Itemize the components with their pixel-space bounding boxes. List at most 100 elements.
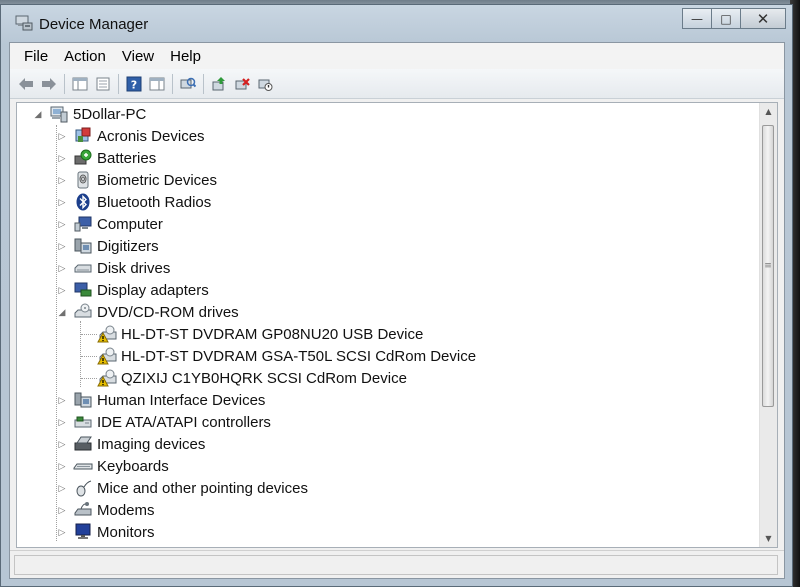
- update-driver-button[interactable]: [209, 74, 229, 94]
- menu-bar: File Action View Help: [10, 43, 784, 69]
- tree-node-bluetooth-radios[interactable]: ▷ Bluetooth Radios: [57, 191, 211, 213]
- monitor-icon: [73, 523, 93, 541]
- tree-node-disk-drives[interactable]: ▷ Disk drives: [57, 257, 171, 279]
- scan-hardware-button[interactable]: [178, 74, 198, 94]
- mouse-icon: [73, 479, 93, 497]
- tree-node-batteries[interactable]: ▷ Batteries: [57, 147, 156, 169]
- tree-node-device[interactable]: HL-DT-ST DVDRAM GP08NU20 USB Device: [97, 323, 423, 345]
- fingerprint-icon: [73, 171, 93, 189]
- tree-connector: [81, 378, 97, 379]
- expand-arrow-icon[interactable]: ▷: [57, 131, 67, 141]
- forward-button[interactable]: [39, 74, 59, 94]
- tree-node-dvd-cd-rom-drives[interactable]: ◢ DVD/CD-ROM drives: [57, 301, 239, 323]
- tree-node-computer[interactable]: ▷ Computer: [57, 213, 163, 235]
- uninstall-icon: [235, 77, 250, 89]
- expand-arrow-icon[interactable]: ▷: [57, 483, 67, 493]
- category-label: IDE ATA/ATAPI controllers: [97, 413, 271, 431]
- tree-node-device[interactable]: QZIXIJ C1YB0HQRK SCSI CdRom Device: [97, 367, 407, 389]
- help-button[interactable]: ?: [124, 74, 144, 94]
- disable-device-button[interactable]: [255, 74, 275, 94]
- show-hide-console-tree-button[interactable]: [70, 74, 90, 94]
- expand-arrow-icon[interactable]: ▷: [57, 197, 67, 207]
- bluetooth-icon: [73, 193, 93, 211]
- properties-button[interactable]: [93, 74, 113, 94]
- status-pane: [14, 555, 778, 575]
- uninstall-button[interactable]: [232, 74, 252, 94]
- expand-arrow-icon[interactable]: ▷: [57, 505, 67, 515]
- back-button[interactable]: [16, 74, 36, 94]
- expand-arrow-icon[interactable]: ▷: [57, 153, 67, 163]
- category-label: Digitizers: [97, 237, 159, 255]
- tree-node-mice-and-other-pointing-devices[interactable]: ▷ Mice and other pointing devices: [57, 477, 308, 499]
- display-adapter-icon: [73, 281, 93, 299]
- expand-arrow-icon[interactable]: ▷: [57, 417, 67, 427]
- device-tree[interactable]: ◢ 5Dollar-PC ▷ Acronis Devices ▷ Batteri…: [16, 102, 778, 548]
- dvd-drive-warning-icon: [97, 369, 117, 387]
- properties-icon: [96, 77, 110, 90]
- minimize-icon: —: [691, 11, 703, 26]
- title-bar[interactable]: Device Manager — □ ✕: [1, 5, 792, 41]
- tree-node-keyboards[interactable]: ▷ Keyboards: [57, 455, 169, 477]
- tree-connector: [81, 356, 97, 357]
- tree-node-human-interface-devices[interactable]: ▷ Human Interface Devices: [57, 389, 266, 411]
- scrollbar-thumb[interactable]: ≡: [762, 125, 774, 407]
- toolbar: ?: [10, 69, 784, 99]
- computer-monitor-icon: [73, 215, 93, 233]
- imaging-device-icon: [73, 435, 93, 453]
- device-label: QZIXIJ C1YB0HQRK SCSI CdRom Device: [121, 369, 407, 387]
- keyboard-icon: [73, 457, 93, 475]
- expand-arrow-icon[interactable]: ▷: [57, 241, 67, 251]
- computer-icon: [49, 105, 69, 123]
- tree-node-modems[interactable]: ▷ Modems: [57, 499, 155, 521]
- tree-node-ide-ata-atapi-controllers[interactable]: ▷ IDE ATA/ATAPI controllers: [57, 411, 271, 433]
- dvd-drive-warning-icon: [97, 325, 117, 343]
- show-hide-action-pane-button[interactable]: [147, 74, 167, 94]
- category-label: Computer: [97, 215, 163, 233]
- menu-view[interactable]: View: [114, 48, 162, 65]
- category-label: Modems: [97, 501, 155, 519]
- close-button[interactable]: ✕: [740, 8, 786, 29]
- hid-icon: [73, 391, 93, 409]
- scroll-down-arrow-icon[interactable]: ▼: [760, 530, 777, 547]
- toolbar-separator: [172, 73, 173, 94]
- toolbar-separator: [64, 73, 65, 94]
- show-hide-console-tree-icon: [72, 77, 88, 90]
- minimize-button[interactable]: —: [682, 8, 712, 29]
- expand-arrow-icon[interactable]: ▷: [57, 263, 67, 273]
- expand-arrow-icon[interactable]: ▷: [57, 439, 67, 449]
- back-arrow-icon: [19, 77, 33, 90]
- tree-node-monitors[interactable]: ▷ Monitors: [57, 521, 155, 543]
- tree-root-node[interactable]: ◢ 5Dollar-PC: [33, 103, 146, 125]
- category-label: Biometric Devices: [97, 171, 218, 189]
- tree-node-device[interactable]: HL-DT-ST DVDRAM GSA-T50L SCSI CdRom Devi…: [97, 345, 476, 367]
- menu-file[interactable]: File: [16, 48, 56, 65]
- tree-node-imaging-devices[interactable]: ▷ Imaging devices: [57, 433, 206, 455]
- maximize-button[interactable]: □: [711, 8, 741, 29]
- vertical-scrollbar[interactable]: ▲ ≡ ▼: [759, 103, 777, 547]
- toolbar-separator: [118, 73, 119, 94]
- device-label: HL-DT-ST DVDRAM GSA-T50L SCSI CdRom Devi…: [121, 347, 477, 365]
- toolbar-separator: [203, 73, 204, 94]
- tree-node-acronis-devices[interactable]: ▷ Acronis Devices: [57, 125, 205, 147]
- tree-node-display-adapters[interactable]: ▷ Display adapters: [57, 279, 209, 301]
- modem-icon: [73, 501, 93, 519]
- expand-arrow-icon[interactable]: ▷: [57, 461, 67, 471]
- tree-node-digitizers[interactable]: ▷ Digitizers: [57, 235, 159, 257]
- expand-arrow-icon[interactable]: ▷: [57, 285, 67, 295]
- menu-action[interactable]: Action: [56, 48, 114, 65]
- device-manager-app-icon: [15, 15, 33, 31]
- scroll-up-arrow-icon[interactable]: ▲: [760, 103, 777, 120]
- expand-arrow-icon[interactable]: ▷: [57, 175, 67, 185]
- collapse-arrow-icon[interactable]: ◢: [33, 109, 43, 119]
- category-label: Batteries: [97, 149, 157, 167]
- category-label: Human Interface Devices: [97, 391, 266, 409]
- expand-arrow-icon[interactable]: ▷: [57, 527, 67, 537]
- category-label: Imaging devices: [97, 435, 206, 453]
- expand-arrow-icon[interactable]: ▷: [57, 395, 67, 405]
- tree-node-biometric-devices[interactable]: ▷ Biometric Devices: [57, 169, 217, 191]
- update-driver-icon: [212, 76, 225, 90]
- digitizer-icon: [73, 237, 93, 255]
- menu-help[interactable]: Help: [162, 48, 209, 65]
- collapse-arrow-icon[interactable]: ◢: [57, 307, 67, 317]
- expand-arrow-icon[interactable]: ▷: [57, 219, 67, 229]
